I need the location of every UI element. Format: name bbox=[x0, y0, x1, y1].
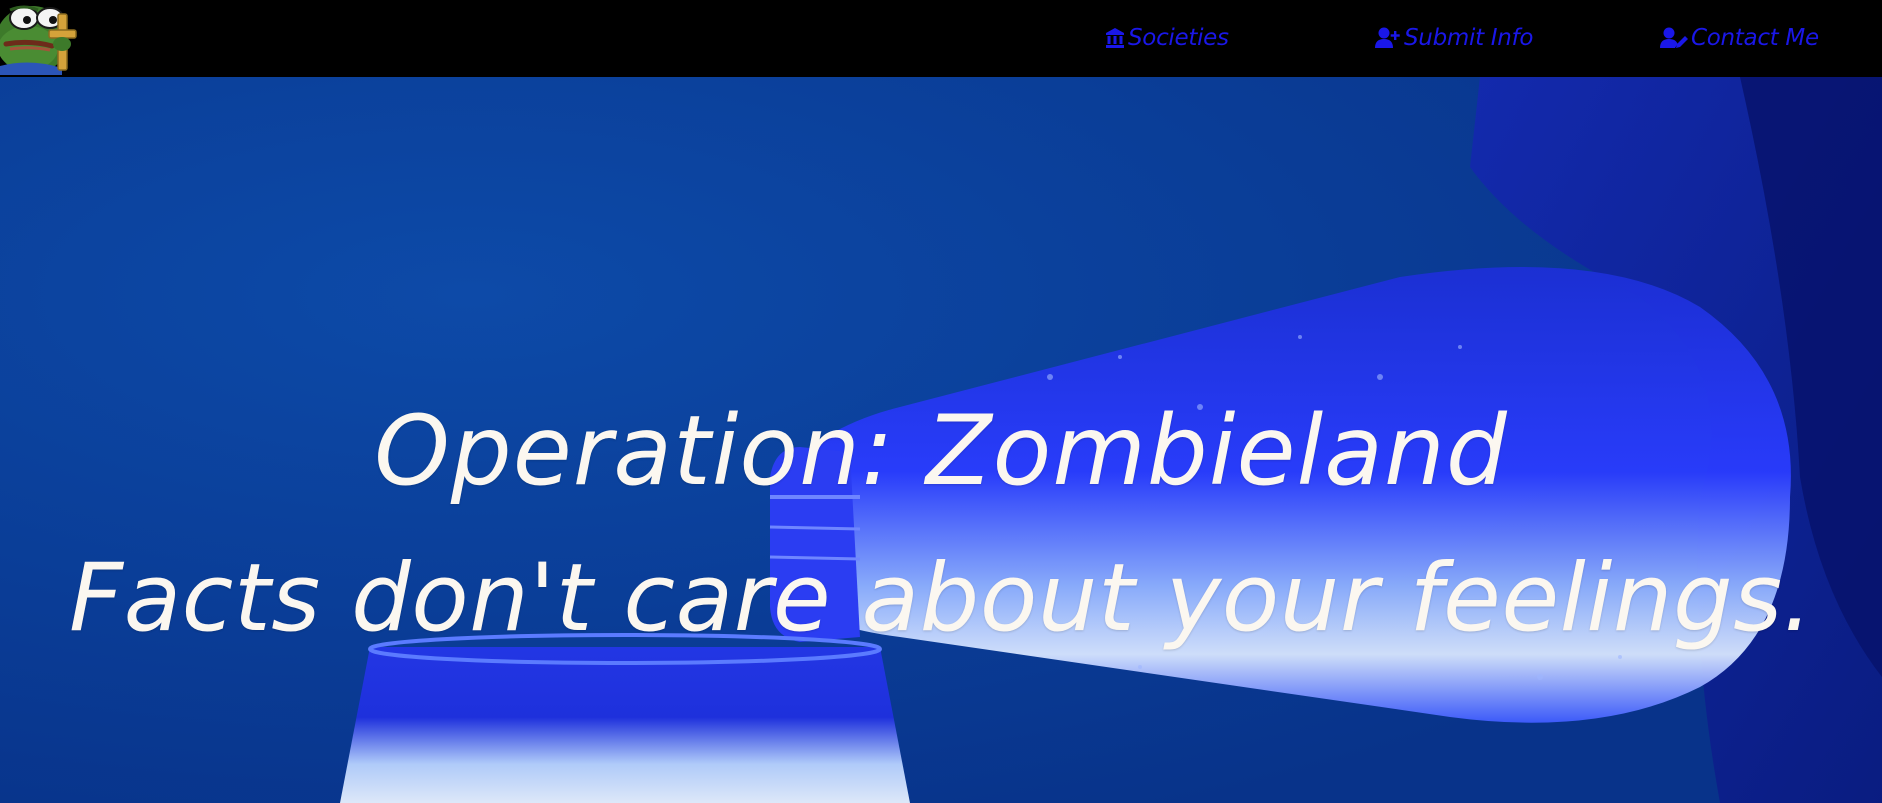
user-plus-icon bbox=[1375, 27, 1401, 49]
bank-icon bbox=[1105, 27, 1125, 49]
nav-link-contact-me[interactable]: Contact Me bbox=[1660, 20, 1819, 56]
nav-link-label: Societies bbox=[1128, 25, 1229, 51]
hero-section: Operation: Zombieland Facts don't care a… bbox=[0, 77, 1882, 803]
nav-link-submit-info[interactable]: Submit Info bbox=[1375, 20, 1533, 56]
hero-title: Operation: Zombieland bbox=[374, 395, 1508, 507]
hero-subtitle: Facts don't care about your feelings. bbox=[69, 544, 1813, 653]
nav-link-societies[interactable]: Societies bbox=[1105, 20, 1229, 56]
page: Societies Submit Info Contact Me Operati… bbox=[0, 0, 1882, 803]
nav-link-label: Contact Me bbox=[1691, 25, 1819, 51]
top-nav-bar: Societies Submit Info Contact Me bbox=[0, 0, 1882, 77]
user-edit-icon bbox=[1660, 27, 1688, 49]
frog-cross-logo-icon[interactable] bbox=[0, 0, 80, 75]
nav-link-label: Submit Info bbox=[1404, 25, 1534, 51]
